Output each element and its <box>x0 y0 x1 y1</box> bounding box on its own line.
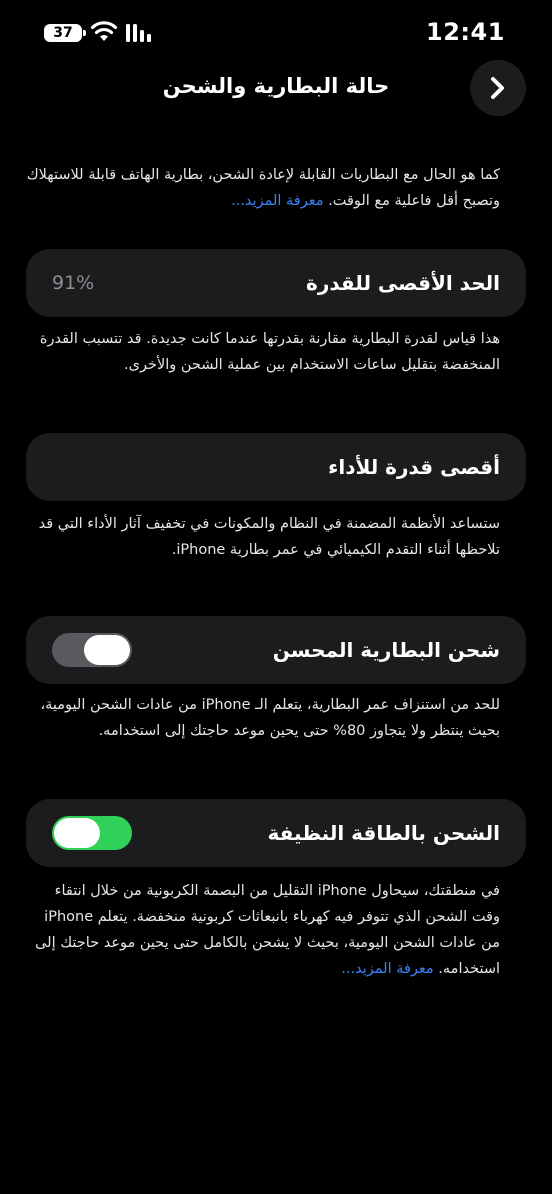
max-capacity-value: 91% <box>52 272 95 294</box>
learn-more-link[interactable]: معرفة المزيد... <box>231 193 323 209</box>
peak-performance-description: ستساعد الأنظمة المضمنة في النظام والمكون… <box>38 516 500 558</box>
toggle-knob <box>84 635 130 665</box>
clean-energy-toggle[interactable] <box>52 816 132 850</box>
status-bar: 37 12:41 <box>0 0 552 66</box>
clean-energy-learn-more-link[interactable]: معرفة المزيد... <box>341 961 433 977</box>
intro-text: كما هو الحال مع البطاريات القابلة لإعادة… <box>26 162 500 214</box>
toggle-knob <box>54 818 100 848</box>
peak-performance-row: أقصى قدرة للأداء <box>26 433 526 501</box>
optimized-charging-toggle[interactable] <box>52 633 132 667</box>
clean-energy-row: الشحن بالطاقة النظيفة <box>26 799 526 867</box>
max-capacity-row: الحد الأقصى للقدرة 91% <box>26 249 526 317</box>
optimized-charging-row: شحن البطارية المحسن <box>26 616 526 684</box>
battery-level: 37 <box>53 25 73 41</box>
optimized-charging-label: شحن البطارية المحسن <box>272 638 500 662</box>
peak-performance-label: أقصى قدرة للأداء <box>328 455 500 479</box>
status-time: 12:41 <box>426 18 505 46</box>
back-button[interactable] <box>470 60 526 116</box>
battery-icon: 37 <box>44 24 86 42</box>
wifi-icon <box>90 21 118 41</box>
max-capacity-label: الحد الأقصى للقدرة <box>306 271 500 295</box>
clean-energy-description: في منطقتك، سيحاول iPhone التقليل من البص… <box>26 878 500 982</box>
clean-energy-label: الشحن بالطاقة النظيفة <box>267 821 501 845</box>
optimized-charging-description: للحد من استنزاف عمر البطارية، يتعلم الـ … <box>40 697 500 739</box>
chevron-right-icon <box>491 77 504 99</box>
max-capacity-description: هذا قياس لقدرة البطارية مقارنة بقدرتها ع… <box>39 331 500 373</box>
cellular-signal-icon <box>126 24 151 42</box>
